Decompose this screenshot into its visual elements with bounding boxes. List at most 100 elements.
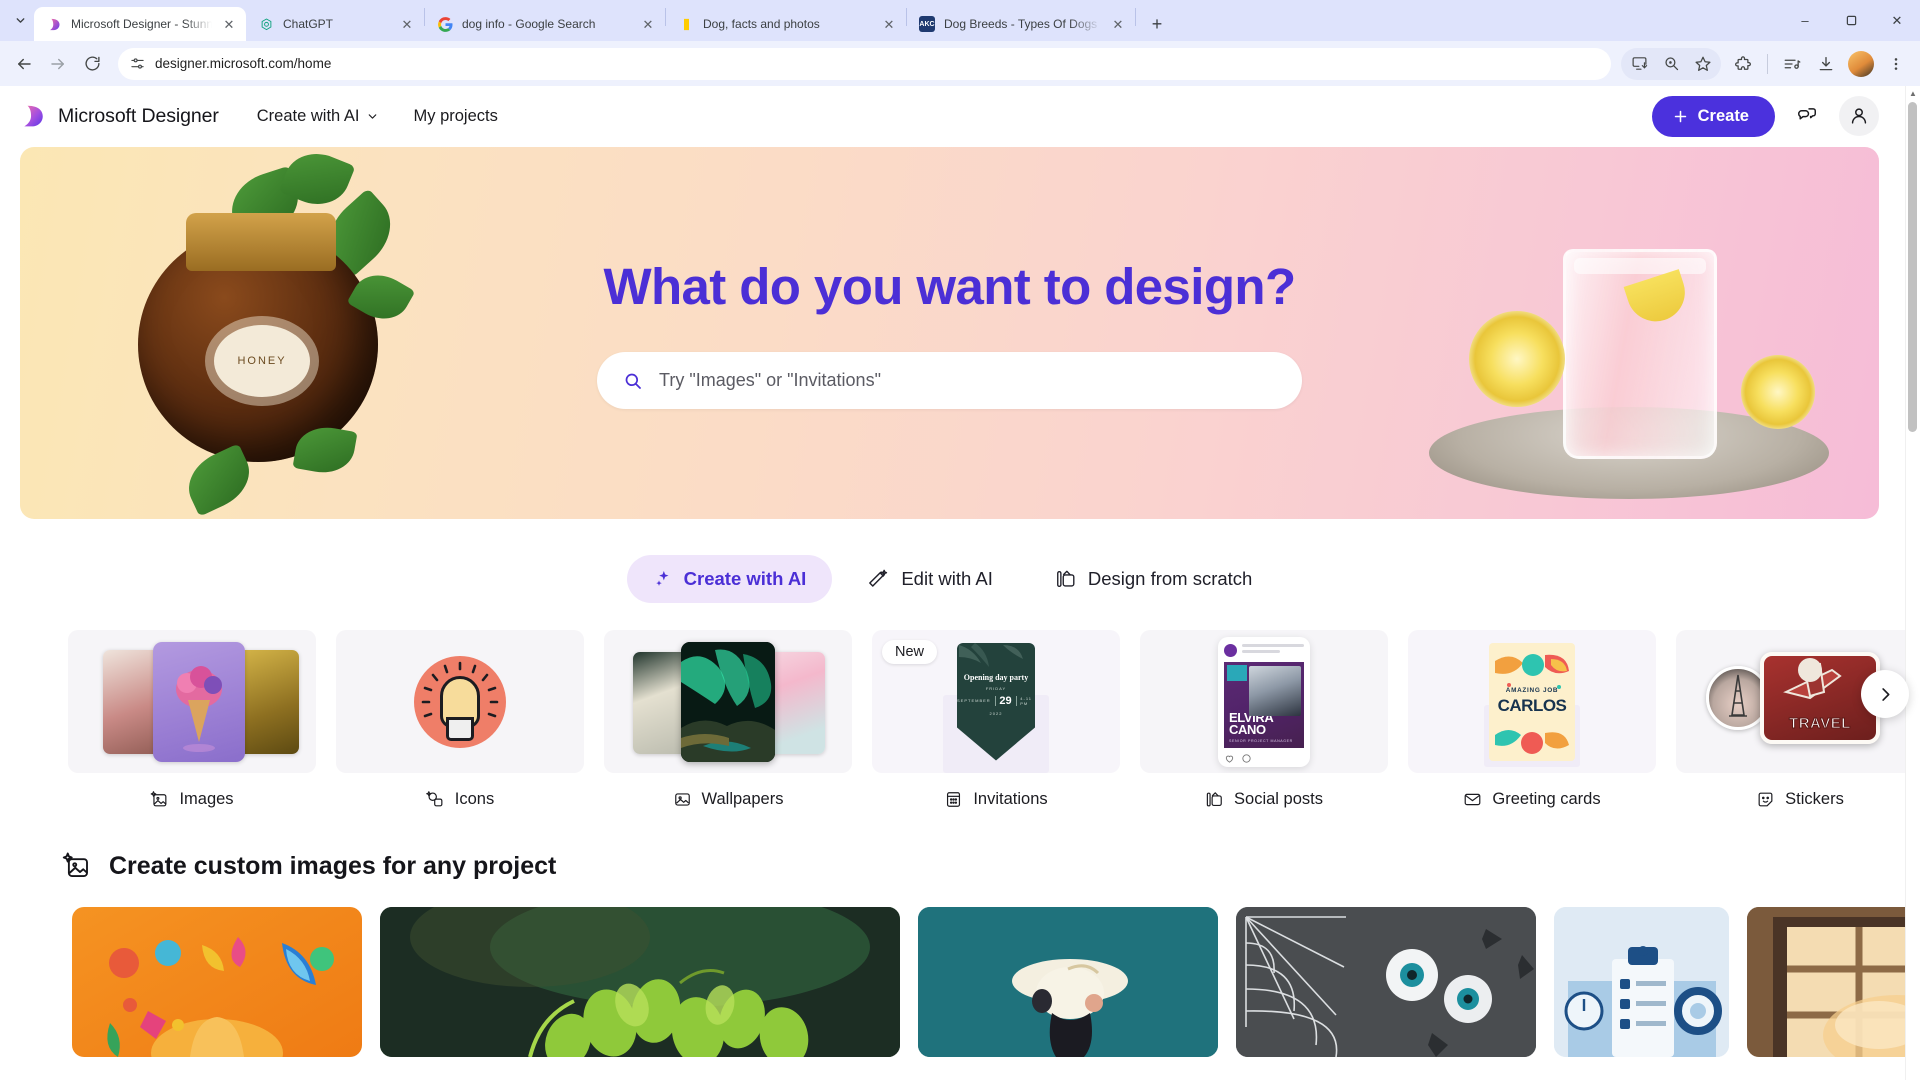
- account-person-icon[interactable]: [1839, 96, 1879, 136]
- new-tab-button[interactable]: +: [1142, 9, 1172, 39]
- browser-window: Microsoft Designer - Stunning designs in…: [0, 0, 1920, 1080]
- category-card-invitations[interactable]: New Opening day party FRIDAY SEPTEMBER 2…: [872, 630, 1120, 809]
- address-bar-url: designer.microsoft.com/home: [155, 56, 332, 71]
- install-app-icon[interactable]: [1623, 48, 1655, 80]
- category-label-row: Icons: [336, 790, 584, 809]
- gallery-tile[interactable]: [380, 907, 900, 1057]
- category-label: Images: [179, 790, 234, 808]
- tune-icon[interactable]: [130, 56, 145, 71]
- tab-title: Microsoft Designer - Stunning designs in…: [71, 17, 212, 31]
- search-input[interactable]: Try "Images" or "Invitations": [597, 352, 1302, 409]
- browser-tab[interactable]: AKC Dog Breeds - Types Of Dogs - America…: [907, 7, 1135, 41]
- category-carousel: Images Icons Wallpapers New Opening day …: [68, 630, 1920, 809]
- downloads-icon[interactable]: [1810, 48, 1842, 80]
- close-window-button[interactable]: ✕: [1874, 0, 1920, 41]
- designer-logo-icon: [46, 16, 62, 32]
- gallery-tile[interactable]: [1236, 907, 1536, 1057]
- tab-create-with-ai[interactable]: Create with AI: [626, 555, 833, 603]
- reload-icon[interactable]: [76, 48, 108, 80]
- chrome-menu-icon[interactable]: [1880, 48, 1912, 80]
- browser-tab[interactable]: Dog, facts and photos ✕: [666, 7, 906, 41]
- search-placeholder: Try "Images" or "Invitations": [659, 370, 881, 390]
- category-thumbnail: [604, 630, 852, 773]
- extensions-puzzle-icon[interactable]: [1727, 48, 1759, 80]
- mode-label: Edit with AI: [901, 568, 993, 589]
- page-viewport: Microsoft Designer Create with AI My pro…: [0, 86, 1920, 1080]
- tab-strip: Microsoft Designer - Stunning designs in…: [0, 0, 1920, 41]
- browser-tab[interactable]: dog info - Google Search ✕: [425, 7, 665, 41]
- page-title: What do you want to design?: [603, 258, 1296, 315]
- envelope-icon: [1463, 790, 1482, 809]
- tab-search-icon[interactable]: [6, 0, 34, 41]
- gallery-tile[interactable]: [918, 907, 1218, 1057]
- nav-label: Create with AI: [256, 106, 360, 125]
- category-label-row: Greeting cards: [1408, 790, 1656, 809]
- greeting-card-preview: AMAZING JOB CARLOS: [1489, 642, 1575, 761]
- plus-icon: [1672, 108, 1689, 125]
- honey-label-text: HONEY: [214, 325, 310, 397]
- back-icon[interactable]: [8, 48, 40, 80]
- zoom-search-icon[interactable]: [1655, 48, 1687, 80]
- wallpaper-icon: [673, 790, 692, 809]
- social-post-icon: [1205, 790, 1224, 809]
- media-controls-icon[interactable]: [1776, 48, 1808, 80]
- google-icon: [437, 16, 453, 32]
- invitation-month: SEPTEMBER: [957, 698, 991, 704]
- natgeo-icon: [678, 16, 694, 32]
- nav-create-with-ai[interactable]: Create with AI: [247, 100, 390, 133]
- category-label: Invitations: [973, 790, 1048, 808]
- akc-icon: AKC: [919, 16, 935, 32]
- tab-close-icon[interactable]: ✕: [1110, 16, 1126, 32]
- section-heading-row: Create custom images for any project: [62, 851, 1905, 881]
- create-button-label: Create: [1697, 106, 1749, 125]
- category-label-row: Stickers: [1676, 790, 1920, 809]
- window-controls: – ✕: [1782, 0, 1920, 41]
- browser-tab[interactable]: Microsoft Designer - Stunning designs in…: [34, 7, 246, 41]
- badge-new: New: [882, 640, 938, 664]
- app-brand-name: Microsoft Designer: [58, 104, 219, 127]
- category-card-wallpapers[interactable]: Wallpapers: [604, 630, 852, 809]
- minimize-button[interactable]: –: [1782, 0, 1828, 41]
- browser-toolbar: designer.microsoft.com/home: [0, 41, 1920, 86]
- social-post-preview: ELVIRA CANO SENIOR PROJECT MANAGER: [1218, 636, 1310, 767]
- category-card-greeting-cards[interactable]: AMAZING JOB CARLOS Greeting cards: [1408, 630, 1656, 809]
- bookmark-star-icon[interactable]: [1687, 48, 1719, 80]
- category-card-social-posts[interactable]: ELVIRA CANO SENIOR PROJECT MANAGER Socia…: [1140, 630, 1388, 809]
- tab-design-from-scratch[interactable]: Design from scratch: [1029, 555, 1279, 603]
- toolbar-actions: [1621, 47, 1912, 80]
- sparkle-icon: [653, 569, 673, 589]
- category-thumbnail: New Opening day party FRIDAY SEPTEMBER 2…: [872, 630, 1120, 773]
- social-post-name: ELVIRA CANO: [1229, 709, 1273, 738]
- category-label: Icons: [454, 790, 495, 808]
- tab-close-icon[interactable]: ✕: [881, 16, 897, 32]
- category-label-row: Images: [68, 790, 316, 809]
- search-icon: [623, 371, 643, 391]
- tab-close-icon[interactable]: ✕: [640, 16, 656, 32]
- tab-title: ChatGPT: [283, 17, 334, 31]
- gallery-tile[interactable]: [1747, 907, 1920, 1057]
- category-card-images[interactable]: Images: [68, 630, 316, 809]
- category-card-icons[interactable]: Icons: [336, 630, 584, 809]
- page-scrollbar[interactable]: ▲: [1905, 86, 1920, 1080]
- nav-my-projects[interactable]: My projects: [403, 100, 507, 133]
- tab-edit-with-ai[interactable]: Edit with AI: [842, 555, 1019, 603]
- tab-close-icon[interactable]: ✕: [221, 16, 237, 32]
- scroll-thumb[interactable]: [1908, 102, 1917, 432]
- address-bar[interactable]: designer.microsoft.com/home: [118, 47, 1611, 80]
- layout-canvas-icon: [1055, 568, 1077, 590]
- create-button[interactable]: Create: [1651, 95, 1775, 137]
- profile-avatar-icon[interactable]: [1848, 50, 1874, 77]
- feedback-chat-icon[interactable]: [1787, 96, 1827, 136]
- forward-icon[interactable]: [42, 48, 74, 80]
- category-label: Wallpapers: [701, 790, 784, 808]
- category-label-row: Invitations: [872, 790, 1120, 809]
- tab-close-icon[interactable]: ✕: [399, 16, 415, 32]
- invitation-time: 4-11 PM: [1020, 695, 1032, 706]
- gallery-tile[interactable]: [1554, 907, 1729, 1057]
- category-card-stickers[interactable]: TRAVEL Stickers: [1676, 630, 1920, 809]
- scroll-up-arrow[interactable]: ▲: [1906, 86, 1920, 101]
- browser-tab[interactable]: ChatGPT ✕: [246, 7, 424, 41]
- gallery-tile[interactable]: [72, 907, 362, 1057]
- carousel-next-button[interactable]: [1861, 670, 1909, 718]
- maximize-button[interactable]: [1828, 0, 1874, 41]
